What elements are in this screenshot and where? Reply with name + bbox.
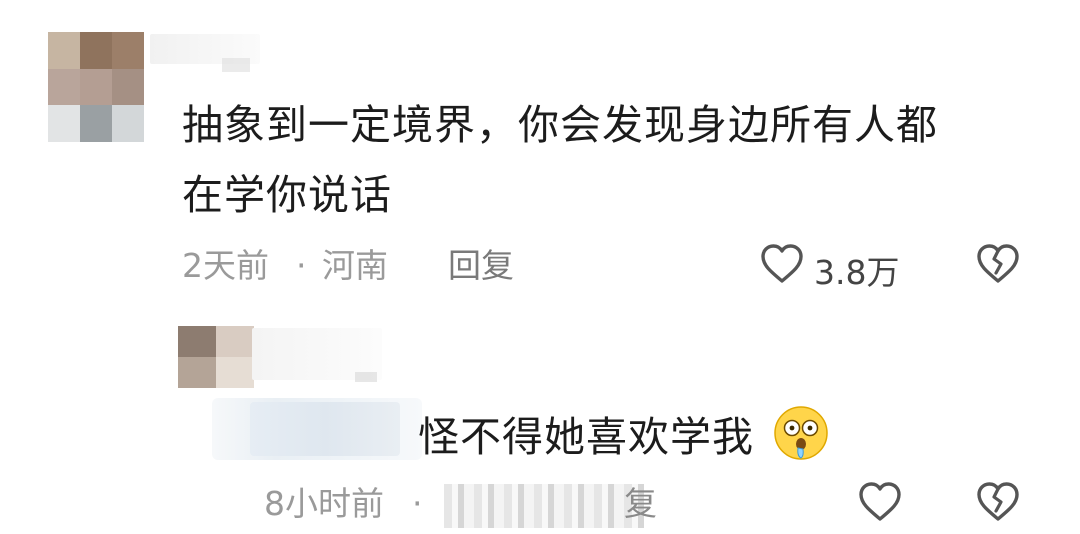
- avatar[interactable]: [178, 326, 254, 388]
- username-blurred-fragment: [222, 58, 250, 72]
- comment-time: 2天前: [182, 246, 269, 285]
- avatar-pixel: [80, 105, 112, 142]
- reply-button-blurred[interactable]: [444, 484, 644, 528]
- like-count: 3.8万: [814, 253, 900, 292]
- avatar-pixel: [178, 357, 216, 388]
- heart-outline-icon[interactable]: [758, 240, 806, 288]
- reply-button-tail: 复: [624, 484, 657, 523]
- avatar-pixel: [80, 68, 112, 106]
- meta-separator: ·: [412, 484, 423, 523]
- comment-text-line: 抽象到一定境界，你会发现身边所有人都: [182, 101, 938, 149]
- avatar-pixel: [178, 326, 216, 357]
- avatar-pixel: [48, 68, 80, 106]
- username-blurred-fragment: [355, 372, 377, 382]
- reply-button[interactable]: 回复: [448, 246, 514, 286]
- avatar[interactable]: [48, 32, 144, 142]
- comment-location: 河南: [322, 246, 388, 285]
- meta-separator: ·: [296, 246, 307, 285]
- comment-time: 8小时前: [264, 484, 384, 523]
- comment-text-line: 在学你说话: [182, 171, 392, 219]
- broken-heart-icon[interactable]: [974, 478, 1022, 526]
- avatar-pixel: [112, 68, 144, 106]
- avatar-pixel: [80, 32, 112, 69]
- broken-heart-icon[interactable]: [974, 240, 1022, 288]
- avatar-pixel: [112, 105, 144, 142]
- avatar-pixel: [112, 32, 144, 69]
- avatar-pixel: [216, 326, 254, 357]
- heart-outline-icon[interactable]: [856, 478, 904, 526]
- avatar-pixel: [48, 105, 80, 142]
- avatar-pixel: [216, 357, 254, 388]
- drooling-face-emoji: [772, 404, 830, 462]
- avatar-pixel: [48, 32, 80, 69]
- comment-text: 怪不得她喜欢学我: [418, 413, 754, 461]
- reply-target-blurred: [250, 402, 400, 456]
